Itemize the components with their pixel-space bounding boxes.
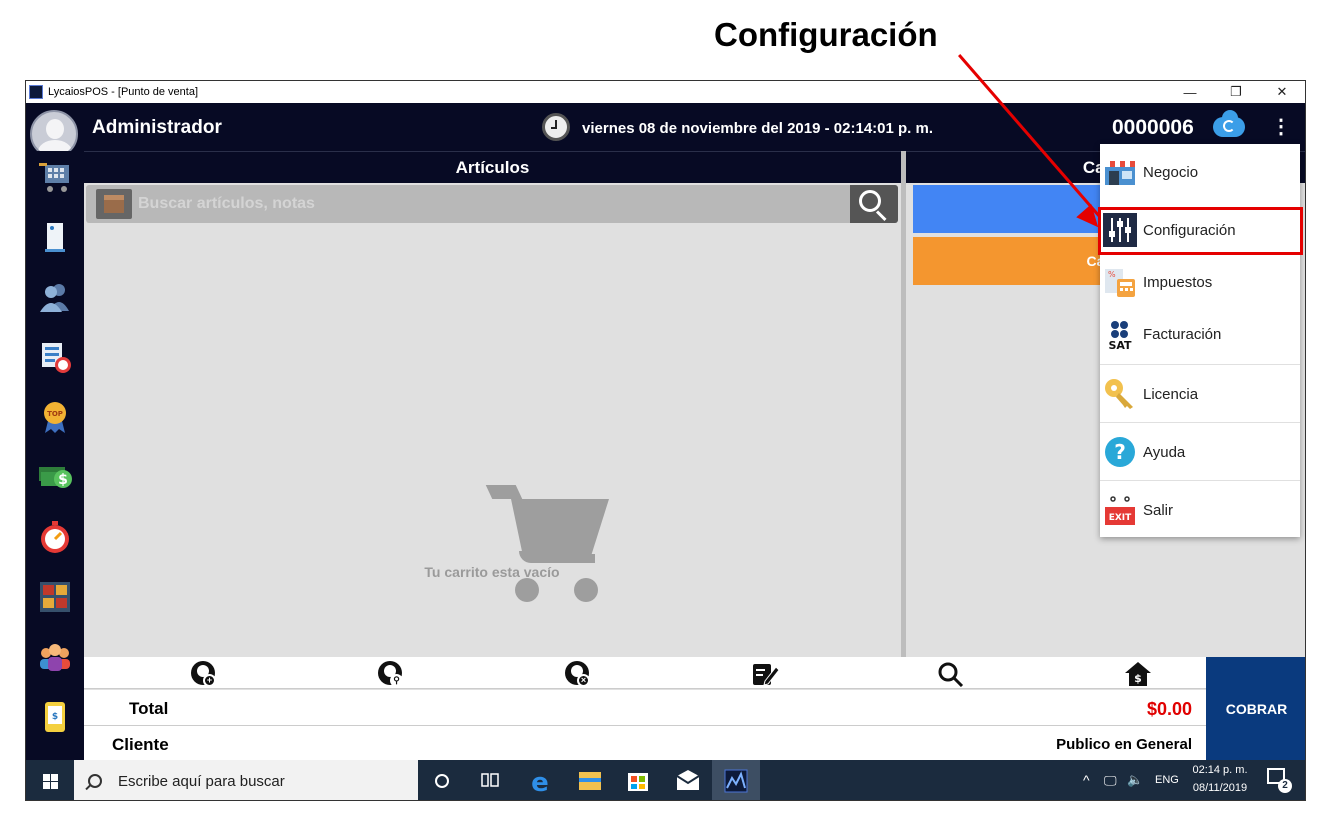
taskbar-time[interactable]: 02:14 p. m.	[1189, 764, 1251, 776]
menu-item-ayuda[interactable]: ? Ayuda	[1100, 426, 1300, 478]
network-icon[interactable]: 🖵	[1104, 773, 1117, 789]
cart-area: Tu carrito esta vacío	[84, 223, 900, 657]
language-indicator[interactable]: ENG	[1155, 774, 1179, 786]
users-group-icon[interactable]	[37, 639, 73, 675]
window-titlebar: LycaiosPOS - [Punto de venta] — ❐ ✕	[26, 81, 1305, 103]
exit-icon: EXIT	[1105, 496, 1135, 525]
clock-icon	[542, 113, 570, 141]
phone-icon[interactable]: $	[37, 699, 73, 735]
cortana-icon[interactable]	[418, 760, 466, 800]
search-icon[interactable]	[937, 661, 965, 687]
minimize-button[interactable]: —	[1167, 81, 1213, 103]
history-icon[interactable]	[37, 339, 73, 375]
cloud-sync-icon[interactable]	[1213, 110, 1245, 137]
menu-item-label: Salir	[1143, 501, 1174, 519]
search-button[interactable]	[850, 185, 898, 223]
sat-icon-text: SAT	[1108, 339, 1132, 351]
cash-house-icon[interactable]: $	[1124, 661, 1152, 687]
store-icon	[1105, 161, 1135, 185]
search-bar	[86, 185, 898, 223]
task-view-icon[interactable]	[466, 760, 514, 801]
client-value[interactable]: Publico en General	[1056, 736, 1192, 753]
svg-text:$: $	[52, 712, 58, 722]
search-client-icon[interactable]: ⚲	[376, 661, 404, 687]
empty-cart-text: Tu carrito esta vacío	[424, 564, 560, 580]
add-client-icon[interactable]: +	[189, 661, 217, 687]
search-icon	[88, 774, 102, 788]
svg-text:TOP: TOP	[47, 410, 63, 418]
sat-icon: SAT	[1108, 321, 1132, 351]
svg-text:$: $	[1134, 672, 1142, 685]
menu-item-negocio[interactable]: Negocio	[1100, 146, 1300, 198]
sidebar: TOP $ $	[26, 151, 84, 760]
more-vert-icon[interactable]: ⋮	[1271, 115, 1291, 139]
windows-logo-icon	[43, 774, 58, 789]
lycaiospos-taskbar-icon[interactable]	[712, 760, 760, 801]
calculator-icon: %	[1105, 269, 1135, 297]
notification-count: 2	[1278, 779, 1292, 793]
articles-header: Artículos	[84, 151, 901, 183]
mail-icon[interactable]	[664, 760, 712, 801]
total-value: $0.00	[1146, 699, 1192, 719]
empty-cart-icon	[485, 485, 614, 610]
menu-item-salir[interactable]: EXIT Salir	[1100, 484, 1300, 536]
menu-divider	[1100, 364, 1300, 365]
remove-client-icon[interactable]: ×	[563, 661, 591, 687]
menu-item-impuestos[interactable]: % Impuestos	[1100, 256, 1300, 308]
settings-menu: Negocio Configuración % Impuestos SAT Fa…	[1100, 144, 1300, 537]
inventory-icon[interactable]	[37, 579, 73, 615]
datetime: viernes 08 de noviembre del 2019 - 02:14…	[582, 120, 934, 137]
close-button[interactable]: ✕	[1259, 81, 1305, 103]
document-icon[interactable]	[37, 219, 73, 255]
totals-panel: Total $0.00 Cliente Publico en General	[84, 690, 1206, 760]
menu-item-label: Facturación	[1143, 325, 1222, 343]
menu-item-label: Licencia	[1143, 385, 1199, 403]
taskbar-date[interactable]: 08/11/2019	[1189, 782, 1251, 794]
windows-taskbar: Escribe aquí para buscar e ^ 🖵 🔈 ENG 02:	[26, 760, 1305, 801]
stopwatch-icon[interactable]	[37, 519, 73, 555]
cash-icon[interactable]: $	[37, 459, 73, 495]
chevron-up-icon[interactable]: ^	[1083, 772, 1090, 788]
menu-item-label: Negocio	[1143, 163, 1199, 181]
store-taskbar-icon[interactable]	[614, 760, 662, 801]
menu-divider	[1100, 480, 1300, 481]
taskbar-search-placeholder: Escribe aquí para buscar	[118, 772, 285, 790]
file-explorer-icon[interactable]	[566, 760, 614, 801]
window-title: LycaiosPOS - [Punto de venta]	[48, 86, 199, 98]
system-tray: ^ 🖵 🔈 ENG 02:14 p. m. 08/11/2019 2	[1067, 760, 1305, 800]
cobrar-button[interactable]: COBRAR	[1206, 657, 1305, 760]
svg-text:%: %	[1108, 270, 1116, 279]
menu-item-facturacion[interactable]: SAT Facturación	[1100, 308, 1300, 360]
menu-item-label: Ayuda	[1143, 443, 1186, 461]
highlight-box	[1098, 207, 1303, 255]
restore-button[interactable]: ❐	[1213, 81, 1259, 103]
menu-item-licencia[interactable]: Licencia	[1100, 368, 1300, 420]
pos-cart-icon[interactable]	[37, 159, 73, 195]
exit-icon-text: EXIT	[1109, 513, 1132, 523]
top-badge-icon[interactable]: TOP	[37, 399, 73, 435]
svg-text:$: $	[58, 472, 68, 488]
help-icon: ?	[1105, 437, 1135, 467]
edge-icon[interactable]: e	[516, 760, 564, 801]
total-label: Total	[129, 699, 169, 718]
archive-icon[interactable]	[96, 189, 132, 219]
menu-item-label: Impuestos	[1143, 273, 1213, 291]
app-logo-icon	[29, 85, 43, 99]
key-icon	[1105, 379, 1133, 409]
customers-icon[interactable]	[37, 279, 73, 315]
svg-text:e: e	[531, 768, 549, 798]
taskbar-search[interactable]: Escribe aquí para buscar	[74, 760, 418, 800]
start-button[interactable]	[26, 760, 74, 800]
annotation-title: Configuración	[714, 16, 938, 53]
menu-divider	[1100, 422, 1300, 423]
action-bar: + ⚲ × $	[84, 657, 1206, 689]
user-name: Administrador	[92, 117, 222, 138]
note-edit-icon[interactable]	[751, 661, 779, 687]
volume-icon[interactable]: 🔈	[1127, 772, 1143, 788]
help-icon-text: ?	[1114, 440, 1126, 464]
search-input[interactable]	[138, 190, 838, 218]
ticket-number: 0000006	[1112, 116, 1194, 139]
client-label: Cliente	[112, 735, 169, 754]
